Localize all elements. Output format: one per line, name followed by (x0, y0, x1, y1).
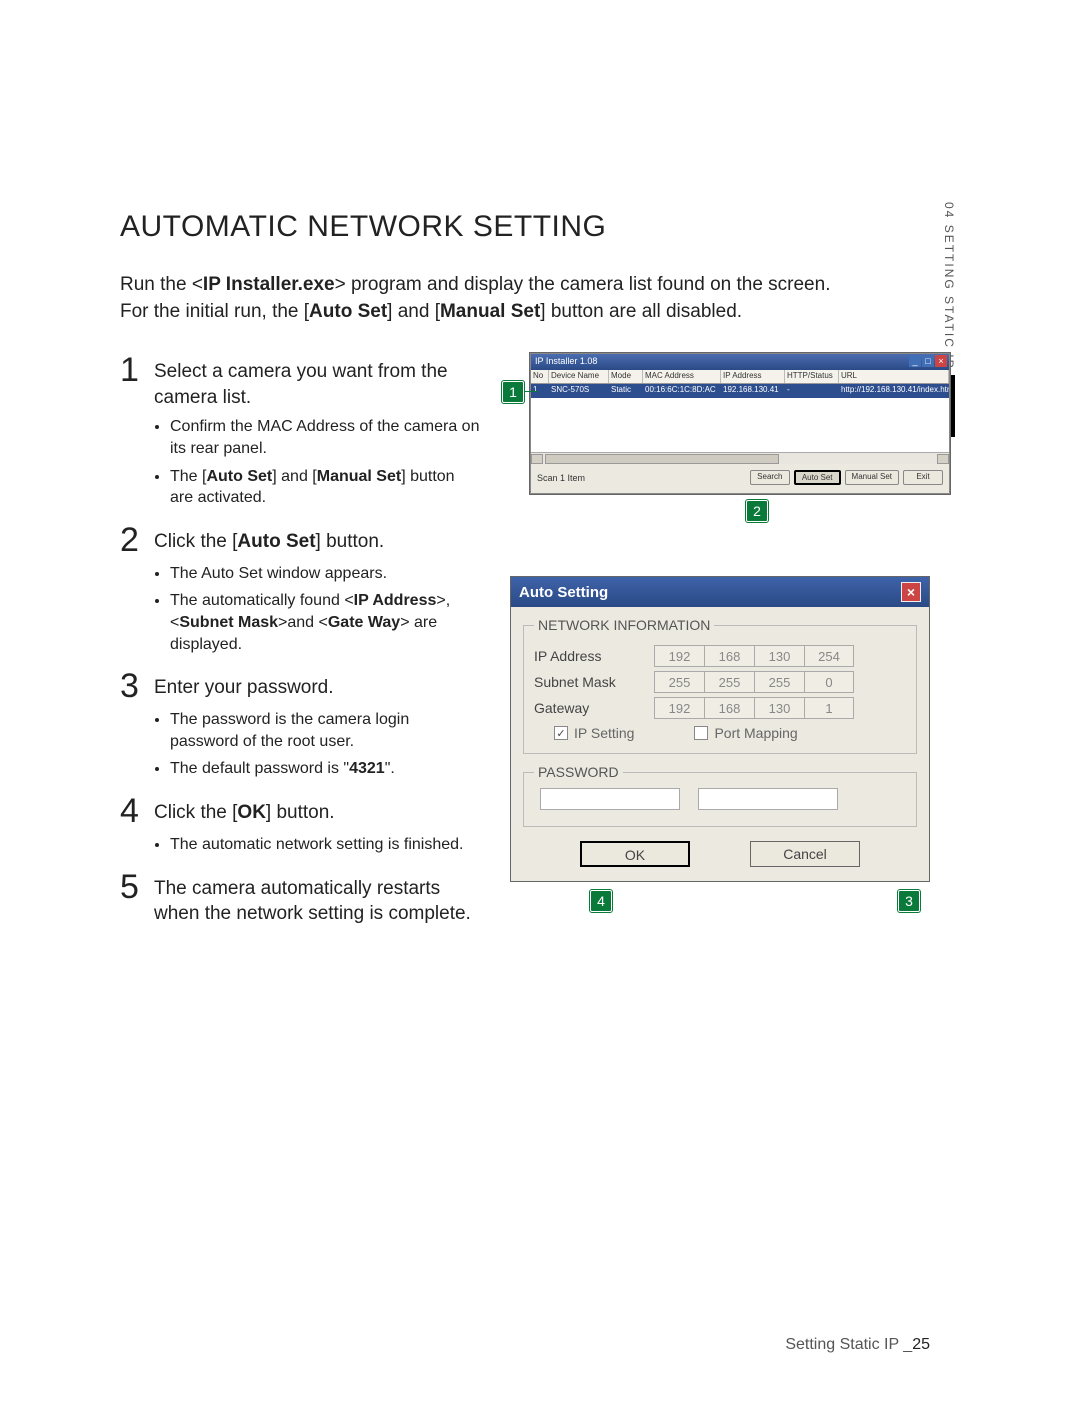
gateway-label: Gateway (534, 700, 644, 716)
step1-bullet2: The [Auto Set] and [Manual Set] button a… (170, 466, 480, 509)
chapter-num: 04 (942, 202, 956, 219)
scroll-left-icon[interactable] (531, 454, 543, 464)
callout-2: 2 (746, 500, 768, 522)
search-button[interactable]: Search (750, 470, 790, 485)
page-title: AUTOMATIC NETWORK SETTING (120, 210, 960, 244)
close-icon[interactable]: × (901, 582, 921, 602)
ip-address-field[interactable]: 192 168 130 254 (654, 645, 906, 667)
camera-list-row[interactable]: 1 SNC-570S Static 00:16:6C:1C:8D:AC 192.… (531, 384, 949, 398)
intro-text: Run the <IP Installer.exe> program and d… (120, 272, 960, 325)
step2-bullet2: The automatically found <IP Address>, <S… (170, 590, 480, 655)
cancel-button[interactable]: Cancel (750, 841, 860, 867)
horizontal-scrollbar[interactable] (531, 452, 949, 464)
manual-set-button[interactable]: Manual Set (845, 470, 899, 485)
screenshot-auto-setting: Auto Setting × NETWORK INFORMATION IP Ad… (510, 576, 930, 882)
step1-bullet1: Confirm the MAC Address of the camera on… (170, 416, 480, 459)
subnet-mask-label: Subnet Mask (534, 674, 644, 690)
auto-set-button[interactable]: Auto Set (794, 470, 841, 485)
step-5: 5 The camera automatically restarts when… (120, 870, 480, 927)
step-3: 3 Enter your password. (120, 669, 480, 703)
list-header: No Device Name Mode MAC Address IP Addre… (531, 370, 949, 384)
password-field-1[interactable] (540, 788, 680, 810)
list-body (531, 398, 949, 452)
ok-button[interactable]: OK (580, 841, 690, 867)
close-icon[interactable]: × (935, 355, 947, 367)
callout-4: 4 (590, 890, 612, 912)
password-group: PASSWORD (523, 764, 917, 827)
screenshot-ip-installer: 1 IP Installer 1.08 _ □ × No Device Name (510, 353, 960, 522)
subnet-mask-field[interactable]: 255 255 255 0 (654, 671, 906, 693)
step-2: 2 Click the [Auto Set] button. (120, 523, 480, 557)
dialog-titlebar: Auto Setting × (511, 577, 929, 607)
page-footer: Setting Static IP _25 (785, 1336, 930, 1354)
scroll-right-icon[interactable] (937, 454, 949, 464)
exit-button[interactable]: Exit (903, 470, 943, 485)
maximize-icon[interactable]: □ (922, 355, 934, 367)
callout-1: 1 (502, 381, 524, 403)
callout-3: 3 (898, 890, 920, 912)
network-info-group: NETWORK INFORMATION IP Address 192 168 1… (523, 617, 917, 754)
ip-setting-checkbox[interactable]: ✓ IP Setting (554, 725, 634, 741)
checkbox-unchecked-icon[interactable] (694, 726, 708, 740)
installer-titlebar: IP Installer 1.08 _ □ × (531, 354, 949, 370)
scroll-thumb[interactable] (545, 454, 779, 464)
checkbox-checked-icon[interactable]: ✓ (554, 726, 568, 740)
port-mapping-checkbox[interactable]: Port Mapping (694, 725, 797, 741)
step-4: 4 Click the [OK] button. (120, 794, 480, 828)
step4-bullet1: The automatic network setting is finishe… (170, 834, 480, 856)
step2-bullet1: The Auto Set window appears. (170, 563, 480, 585)
step3-bullet2: The default password is "4321". (170, 758, 480, 780)
step3-bullet1: The password is the camera login passwor… (170, 709, 480, 752)
ip-address-label: IP Address (534, 648, 644, 664)
scan-count: Scan 1 Item (537, 473, 585, 483)
chapter-label: SETTING STATIC IP (942, 225, 956, 370)
password-field-2[interactable] (698, 788, 838, 810)
minimize-icon[interactable]: _ (909, 355, 921, 367)
steps-column: 1 Select a camera you want from the came… (120, 353, 480, 933)
step-1: 1 Select a camera you want from the came… (120, 353, 480, 410)
gateway-field[interactable]: 192 168 130 1 (654, 697, 906, 719)
